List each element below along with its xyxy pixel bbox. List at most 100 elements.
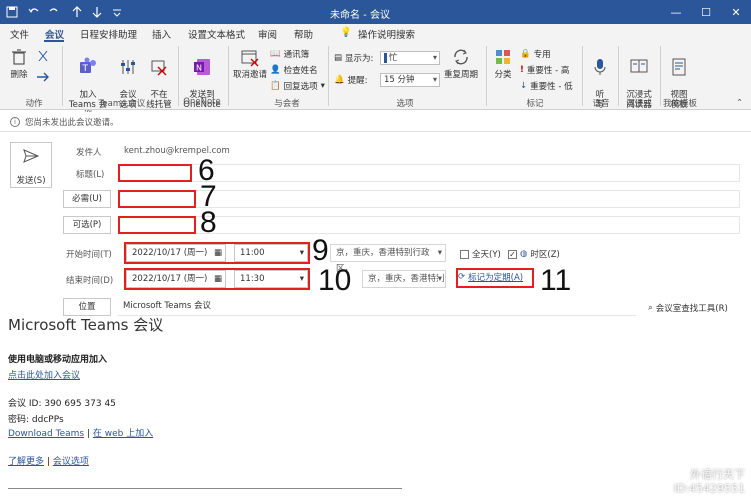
- delete-icon: [8, 46, 30, 68]
- globe-icon: ◍: [520, 249, 528, 259]
- reminder-dropdown[interactable]: 15 分钟: [380, 73, 440, 87]
- check-names-button[interactable]: 👤 检查姓名: [270, 64, 318, 76]
- footer-links-row: 了解更多 | 会议选项: [8, 454, 89, 467]
- undo-icon[interactable]: [28, 3, 40, 21]
- annotation-box-7: [118, 190, 196, 208]
- tab-insert[interactable]: 插入: [152, 27, 171, 41]
- onenote-group-label: OneNote: [183, 97, 221, 107]
- tab-review[interactable]: 审阅: [258, 27, 277, 41]
- ribbon-separator: [582, 46, 583, 106]
- low-importance-button[interactable]: ↓ 重要性 - 低: [520, 80, 573, 92]
- down-arrow-icon[interactable]: [92, 3, 102, 21]
- bell-icon: 🔔: [334, 75, 345, 85]
- room-finder-icon: ⌕: [648, 303, 653, 313]
- join-on-web-link[interactable]: 在 web 上加入: [93, 429, 153, 439]
- up-arrow-icon[interactable]: [72, 3, 82, 21]
- title-bar: 未命名 - 会议 — ☐ ✕: [0, 0, 751, 24]
- tab-help[interactable]: 帮助: [294, 27, 313, 41]
- check-names-icon: 👤: [270, 65, 281, 75]
- join-meeting-link[interactable]: 点击此处加入会议: [8, 368, 80, 381]
- delete-button[interactable]: 删除: [6, 46, 32, 80]
- message-body[interactable]: Microsoft Teams 会议 使用电脑或移动应用加入 点击此处加入会议 …: [0, 316, 751, 500]
- forward-icon[interactable]: [36, 50, 50, 62]
- recurrence-button[interactable]: 重复周期: [444, 46, 478, 80]
- show-as-dropdown[interactable]: 忙: [380, 51, 440, 65]
- chevron-down-icon[interactable]: ▾: [437, 271, 442, 287]
- calendar-cancel-icon: [239, 46, 261, 68]
- meeting-passcode: 密码: ddcPPs: [8, 415, 64, 425]
- tab-format-text[interactable]: 设置文本格式: [188, 27, 245, 41]
- ribbon-separator: [178, 46, 179, 106]
- watermark-line-2: ID:45429551: [673, 482, 745, 495]
- categorize-icon: [492, 46, 514, 68]
- address-book-icon: 📖: [270, 49, 281, 59]
- close-button[interactable]: ✕: [722, 0, 750, 24]
- tell-me-search[interactable]: 操作说明搜索: [358, 27, 415, 41]
- categorize-label: 分类: [494, 70, 512, 80]
- send-button[interactable]: 发送(S): [10, 142, 52, 188]
- recurrence-label: 重复周期: [444, 70, 479, 80]
- time-zones-checkbox[interactable]: ✓ ◍ 时区(Z): [508, 248, 560, 260]
- reminder-value: 15 分钟: [384, 75, 415, 85]
- maximize-button[interactable]: ☐: [692, 0, 720, 24]
- start-timezone-dropdown[interactable]: 京，重庆，香港特别行政区， ▾: [330, 244, 446, 274]
- learn-more-link[interactable]: 了解更多: [8, 457, 44, 467]
- required-attendees-button[interactable]: 必需(U): [63, 190, 111, 208]
- join-instruction: 使用电脑或移动应用加入: [8, 355, 108, 365]
- redo-icon[interactable]: [48, 3, 60, 21]
- ribbon-separator: [328, 46, 329, 106]
- download-teams-link[interactable]: Download Teams: [8, 429, 84, 439]
- check-icon: ✓: [508, 249, 517, 259]
- end-timezone-dropdown[interactable]: 京，重庆，香港特别行政区， ▾: [362, 270, 446, 288]
- link-separator: |: [86, 429, 90, 439]
- voice-group-label: 语音: [592, 99, 610, 109]
- exclamation-icon: !: [520, 65, 524, 75]
- end-time-label: 结束时间(D): [66, 276, 114, 286]
- info-bar: i 您尚未发出此会议邀请。: [0, 112, 751, 132]
- chevron-down-icon[interactable]: ▾: [438, 245, 442, 261]
- watermark-line-1: 外语行天下: [690, 468, 745, 481]
- collapse-ribbon-icon[interactable]: ⌃: [736, 98, 743, 108]
- download-row: Download Teams | 在 web 上加入: [8, 426, 153, 439]
- teams-group-label: Teams 会议: [98, 99, 146, 109]
- annotation-number-9: 9: [312, 234, 329, 267]
- address-book-button[interactable]: 📖 通讯簿: [270, 48, 309, 60]
- categorize-button[interactable]: 分类: [490, 46, 516, 80]
- ribbon-separator: [62, 46, 63, 106]
- reminder-label: 提醒:: [347, 76, 368, 86]
- tab-file[interactable]: 文件: [10, 27, 29, 41]
- tab-meeting[interactable]: 会议: [45, 27, 64, 41]
- info-text: 您尚未发出此会议邀请。: [25, 117, 119, 128]
- cancel-invitation-button[interactable]: 取消邀请: [232, 46, 268, 80]
- meeting-options-link[interactable]: 会议选项: [53, 457, 89, 467]
- response-options-label: 回复选项: [283, 82, 318, 92]
- show-as-label: 显示为:: [345, 54, 374, 64]
- tab-scheduling-assistant[interactable]: 日程安排助理: [80, 27, 137, 41]
- room-finder-button[interactable]: ⌕ 会议室查找工具(R): [648, 302, 728, 314]
- optional-attendees-button[interactable]: 可选(P): [63, 216, 111, 234]
- chevron-down-icon: ▾: [320, 81, 325, 91]
- customize-toolbar-icon[interactable]: [112, 3, 122, 21]
- save-icon[interactable]: [6, 3, 18, 21]
- microphone-icon: [589, 56, 611, 78]
- watermark: 外语行天下 ID:45429551: [674, 468, 745, 496]
- lock-icon: 🔒: [520, 49, 531, 59]
- private-button[interactable]: 🔒 专用: [520, 48, 551, 60]
- show-as-value: 忙: [389, 53, 398, 63]
- high-importance-button[interactable]: ! 重要性 - 高: [520, 64, 569, 76]
- annotation-number-10: 10: [318, 264, 352, 297]
- all-day-checkbox[interactable]: 全天(Y): [460, 248, 501, 260]
- lightbulb-icon: 💡: [340, 27, 352, 38]
- minimize-button[interactable]: —: [662, 0, 690, 24]
- ribbon: 删除 动作 T 加入 Teams 会议 会议 选项 不在 线托管 Teams 会…: [0, 42, 751, 120]
- ribbon-separator: [486, 46, 487, 106]
- show-as-icon: ▤: [334, 53, 343, 63]
- svg-text:N: N: [196, 64, 202, 73]
- cancel-invitation-label: 取消邀请: [232, 70, 267, 80]
- location-input[interactable]: Microsoft Teams 会议: [118, 298, 636, 316]
- title-label: 标题(L): [76, 170, 105, 180]
- down-arrow-icon: ↓: [520, 81, 528, 91]
- reminder-label-group: 🔔 提醒:: [334, 74, 367, 86]
- arrow-right-icon[interactable]: [36, 72, 52, 82]
- response-options-button[interactable]: 📋 回复选项 ▾: [270, 80, 325, 92]
